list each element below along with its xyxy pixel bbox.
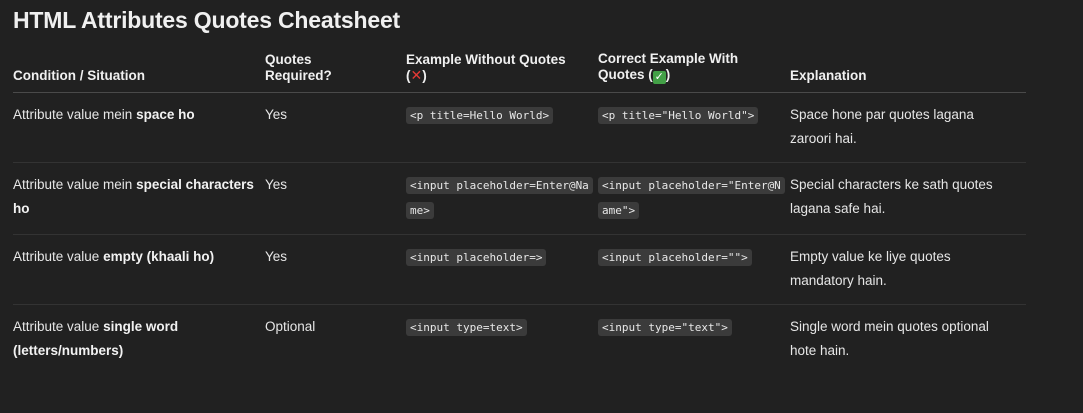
table-header: Condition / Situation Quotes Required? Ex… [13, 51, 1026, 93]
cell-without-example: <p title=Hello World> [406, 92, 598, 163]
header-quotes-required: Quotes Required? [265, 51, 406, 93]
cell-without-example: <input placeholder=> [406, 234, 598, 305]
table-row: Attribute value mein special characters … [13, 162, 1026, 235]
cross-mark-icon: ✕ [410, 67, 423, 83]
header-with-open: Quotes ( [598, 67, 653, 82]
cheatsheet-table: Condition / Situation Quotes Required? Ex… [13, 51, 1026, 374]
header-with-quotes: Correct Example With Quotes (✓) [598, 51, 790, 93]
cell-explanation: Single word mein quotes optional hote ha… [790, 319, 989, 358]
header-without-line1: Example Without Quotes [406, 52, 566, 67]
table-row: Attribute value empty (khaali ho) Yes <i… [13, 234, 1026, 305]
cell-with-example: <input type="text"> [598, 305, 790, 375]
cell-explanation: Space hone par quotes lagana zaroori hai… [790, 92, 1026, 163]
check-mark-icon: ✓ [652, 71, 666, 84]
cell-required: Yes [265, 234, 406, 305]
code-snippet: <input placeholder=Enter@Name> [406, 177, 593, 219]
cell-without-example: <input placeholder=Enter@Name> [406, 162, 598, 235]
cell-condition: Attribute value single word (letters/num… [13, 305, 265, 375]
header-required-line1: Quotes [265, 52, 312, 67]
cell-required: Yes [265, 92, 406, 163]
code-snippet: <input type=text> [406, 319, 527, 336]
code-snippet: <input placeholder=""> [598, 249, 752, 266]
cell-explanation: Empty value ke liye quotes mandatory hai… [790, 234, 1026, 305]
cell-with-example: <input placeholder="Enter@Name"> [598, 162, 790, 235]
header-without-quotes: Example Without Quotes (✕) [406, 51, 598, 93]
header-with-close: ) [665, 67, 671, 82]
cell-required: Optional [265, 319, 316, 334]
page-title: HTML Attributes Quotes Cheatsheet [13, 7, 400, 33]
cell-condition: Attribute value mein special characters … [13, 162, 265, 235]
code-snippet: <p title=Hello World> [406, 107, 554, 124]
header-condition-label: Condition / Situation [13, 68, 145, 83]
cell-required: Yes [265, 162, 406, 235]
code-snippet: <input placeholder="Enter@Name"> [598, 177, 785, 219]
cell-with-example: <p title="Hello World"> [598, 92, 790, 163]
table-row: Attribute value single word (letters/num… [13, 305, 1026, 375]
header-required-line2: Required? [265, 68, 332, 83]
cell-with-example: <input placeholder=""> [598, 234, 790, 305]
condition-text: Attribute value [13, 249, 104, 264]
code-snippet: <input type="text"> [598, 319, 732, 336]
header-explanation: Explanation [790, 51, 1026, 93]
code-snippet: <p title="Hello World"> [598, 107, 759, 124]
cell-condition: Attribute value mein space ho [13, 92, 265, 163]
table-row: Attribute value mein space ho Yes <p tit… [13, 92, 1026, 163]
header-condition: Condition / Situation [13, 51, 265, 93]
condition-text: Attribute value mein [13, 177, 137, 192]
cheatsheet-page: HTML Attributes Quotes Cheatsheet Condit… [0, 0, 1083, 413]
header-row: Condition / Situation Quotes Required? Ex… [13, 51, 1026, 93]
header-without-close: ) [422, 68, 427, 83]
condition-bold-text: space ho [136, 107, 195, 122]
cell-without-example: <input type=text> [406, 305, 598, 375]
condition-text: Attribute value mein [13, 107, 137, 122]
condition-text: Attribute value [13, 319, 104, 334]
cell-explanation: Special characters ke sath quotes lagana… [790, 162, 1026, 235]
table-body: Attribute value mein space ho Yes <p tit… [13, 92, 1026, 375]
code-snippet: <input placeholder=> [406, 249, 547, 266]
header-explanation-label: Explanation [790, 68, 867, 83]
cell-condition: Attribute value empty (khaali ho) [13, 234, 265, 305]
condition-bold-text: empty (khaali ho) [103, 249, 215, 264]
header-with-line1: Correct Example With [598, 51, 739, 66]
